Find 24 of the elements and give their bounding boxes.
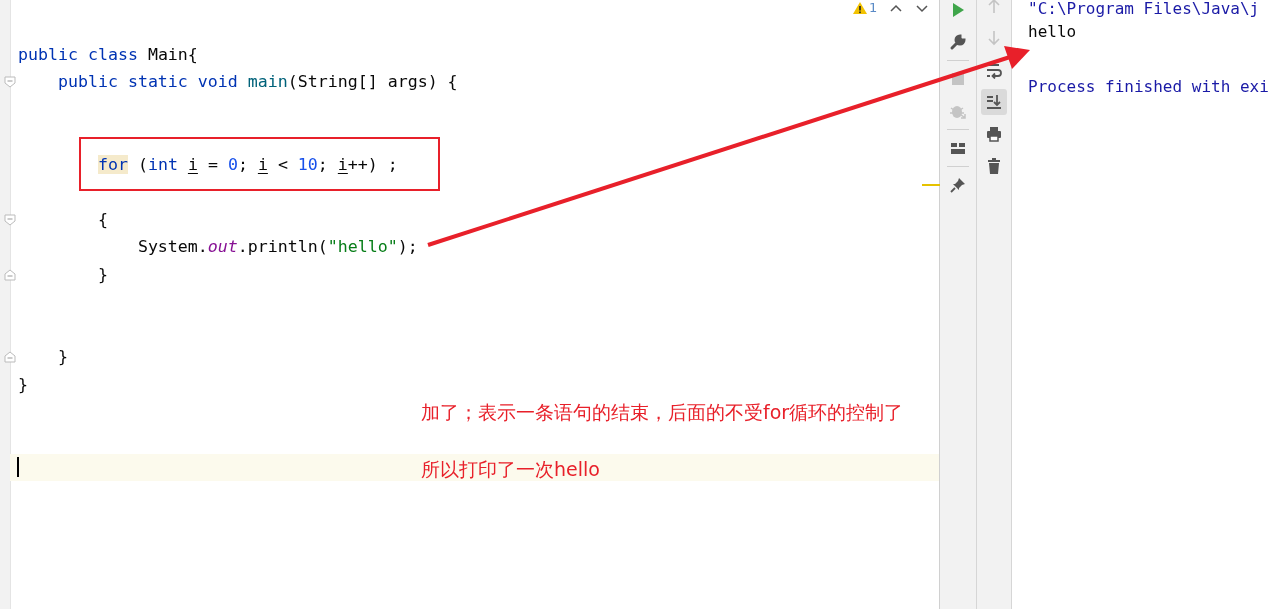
warning-count: 1 xyxy=(869,0,878,15)
code-line: public static void main(String[] args) { xyxy=(56,71,458,94)
annotation-note: 所以打印了一次hello xyxy=(421,457,600,482)
annotation-note: 加了；表示一条语句的结束，后面的不受for循环的控制了 xyxy=(421,400,904,425)
warning-stripe-mark xyxy=(922,184,940,186)
fold-marker-icon[interactable] xyxy=(4,351,16,364)
console-line: Process finished with exi xyxy=(1028,76,1270,98)
code-line: } xyxy=(18,373,28,396)
text-caret xyxy=(17,457,19,478)
console-line: "C:\Program Files\Java\j xyxy=(1028,0,1261,18)
console-line: hello xyxy=(1028,21,1078,43)
code-line: } xyxy=(96,263,108,286)
fold-marker-icon[interactable] xyxy=(4,268,16,281)
code-line: System.out.println("hello"); xyxy=(136,236,418,259)
fold-marker-icon[interactable] xyxy=(4,76,16,89)
fold-marker-icon[interactable] xyxy=(4,213,16,226)
code-line: { xyxy=(96,208,108,231)
next-icon[interactable] xyxy=(915,2,930,13)
code-line: for (int i = 0; i < 10; i++) ; xyxy=(96,153,398,176)
previous-icon[interactable] xyxy=(889,2,904,13)
code-line: public class Main{ xyxy=(18,43,198,66)
warning-icon[interactable] xyxy=(852,0,868,15)
scroll-to-end-icon[interactable] xyxy=(981,89,1007,115)
code-line: } xyxy=(56,346,68,369)
